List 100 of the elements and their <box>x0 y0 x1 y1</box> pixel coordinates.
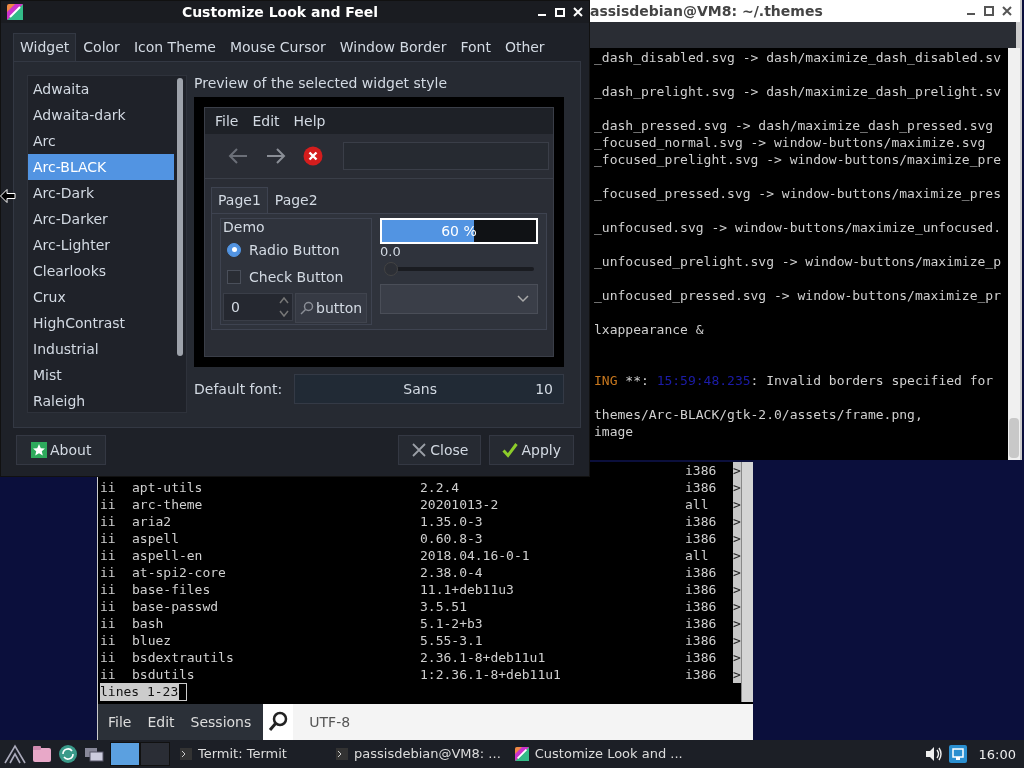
theme-item[interactable]: Arc-Lighter <box>28 232 174 258</box>
package-status: ii <box>100 497 116 512</box>
menu-item[interactable]: Edit <box>147 714 175 730</box>
tab[interactable]: Page1 <box>211 187 268 213</box>
search-button[interactable]: button <box>295 293 368 323</box>
theme-item[interactable]: Industrial <box>28 336 174 362</box>
clock: 16:00 <box>978 746 1016 762</box>
taskbar-item[interactable]: passisdebian@VM8: ... <box>332 745 505 763</box>
package-name: bsdutils <box>132 667 195 682</box>
taskbar-item[interactable]: Customize Look and ... <box>510 745 687 763</box>
truncation-marker: > <box>733 649 741 666</box>
menu-item[interactable]: File <box>215 113 239 129</box>
package-version: 2.38.0-4 <box>420 565 483 580</box>
terminal-icon <box>180 748 192 760</box>
close-button[interactable]: Close <box>398 435 482 465</box>
radio-button[interactable] <box>227 242 241 257</box>
theme-item[interactable]: Raleigh <box>28 388 174 412</box>
network-icon[interactable] <box>948 745 967 763</box>
slider[interactable] <box>384 262 534 276</box>
package-status: ii <box>100 616 116 631</box>
spin-arrows-icon[interactable] <box>278 294 290 320</box>
back-arrow-icon[interactable] <box>227 147 249 165</box>
workspace-switcher[interactable] <box>110 742 170 766</box>
terminal-line: _unfocused_prelight.svg -> window-buttons/maximize_p <box>594 254 1001 269</box>
tab[interactable]: Other <box>497 33 552 61</box>
pager-status: lines 1-23 <box>100 683 179 701</box>
package-name: bash <box>132 616 164 631</box>
truncation-marker: > <box>733 547 741 564</box>
truncation-marker: > <box>733 564 741 581</box>
theme-item[interactable]: Mist <box>28 362 174 388</box>
checkbox[interactable] <box>227 269 241 284</box>
app-icon <box>7 4 23 20</box>
terminal-line: _dash_prelight.svg -> dash/maximize_dash_prelight.sv <box>594 84 1001 99</box>
terminal-line: lxappearance & <box>594 322 704 337</box>
maximize-icon[interactable] <box>984 6 994 16</box>
theme-item[interactable]: Arc-Dark <box>28 180 174 206</box>
text-cursor <box>178 683 188 701</box>
taskbar-item[interactable]: Termit: Termit <box>176 745 326 763</box>
windows-icon[interactable] <box>84 745 104 763</box>
scrollbar[interactable] <box>741 462 753 702</box>
tab[interactable]: Widget <box>13 33 77 61</box>
theme-item[interactable]: Arc-Darker <box>28 206 174 232</box>
package-version: 20201013-2 <box>420 497 499 512</box>
menu-item[interactable]: Edit <box>252 113 280 129</box>
refresh-icon[interactable] <box>58 744 78 764</box>
package-version: 5.1-2+b3 <box>420 616 483 631</box>
package-status: ii <box>100 582 116 597</box>
theme-item[interactable]: Crux <box>28 284 174 310</box>
tab[interactable]: Icon Theme <box>126 33 223 61</box>
tab[interactable]: Font <box>453 33 498 61</box>
theme-item[interactable]: Clearlooks <box>28 258 174 284</box>
field-label: Default font: <box>194 381 283 397</box>
search-icon <box>300 301 314 315</box>
theme-item[interactable]: HighContrast <box>28 310 174 336</box>
menu-item[interactable]: File <box>108 714 132 730</box>
scrollbar-thumb[interactable] <box>1009 418 1019 458</box>
terminal-line: _unfocused_pressed.svg -> window-buttons/maximize_pr <box>594 288 1001 303</box>
package-status: ii <box>100 531 116 546</box>
tab[interactable]: Window Border <box>332 33 454 61</box>
package-version: 0.60.8-3 <box>420 531 483 546</box>
package-arch: i386 <box>685 633 717 648</box>
font-button[interactable]: Sans 10 <box>294 374 564 404</box>
theme-item[interactable]: Adwaita <box>28 76 174 102</box>
package-version: 2.36.1-8+deb11u1 <box>420 650 546 665</box>
menu-item[interactable]: Help <box>293 113 326 129</box>
terminal-line: _focused_prelight.svg -> window-buttons/maximize_pre <box>594 152 1001 167</box>
about-button[interactable]: About <box>16 435 107 465</box>
search-button[interactable] <box>263 704 294 740</box>
truncation-marker: > <box>733 462 741 479</box>
package-arch: all <box>685 548 709 563</box>
package-name: bluez <box>132 633 172 648</box>
package-status: ii <box>100 514 116 529</box>
terminal-line: _dash_disabled.svg -> dash/maximize_dash_disabled.sv <box>594 50 1001 65</box>
theme-item[interactable]: Arc <box>28 128 174 154</box>
encoding-label: UTF-8 <box>309 714 351 730</box>
volume-icon[interactable] <box>924 746 943 762</box>
close-icon[interactable] <box>1002 6 1012 16</box>
truncation-marker: > <box>733 581 741 598</box>
apply-button[interactable]: Apply <box>489 435 574 465</box>
start-menu-icon[interactable] <box>4 744 26 764</box>
theme-item[interactable]: Adwaita-dark <box>28 102 174 128</box>
terminal-line: image <box>594 424 634 439</box>
checkbox-label: Check Button <box>249 268 344 285</box>
package-name: aspell-en <box>132 548 203 563</box>
preview-label: Preview of the selected widget style <box>194 75 449 93</box>
menu-item[interactable]: Sessions <box>190 714 252 730</box>
folder-icon[interactable] <box>32 745 52 763</box>
star-icon <box>31 442 47 458</box>
package-arch: all <box>685 497 709 512</box>
tab[interactable]: Page2 <box>267 187 325 213</box>
spin-field[interactable]: 0 <box>223 293 293 321</box>
tab[interactable]: Color <box>76 33 127 61</box>
stop-icon[interactable] <box>303 146 323 166</box>
forward-arrow-icon[interactable] <box>265 147 287 165</box>
truncation-marker: > <box>733 513 741 530</box>
terminal-line: _unfocused.svg -> window-buttons/maximize_unfocused. <box>594 220 1001 235</box>
tab[interactable]: Mouse Cursor <box>222 33 333 61</box>
package-arch: i386 <box>685 531 717 546</box>
scrollbar[interactable] <box>177 78 183 356</box>
app-icon <box>514 747 529 761</box>
